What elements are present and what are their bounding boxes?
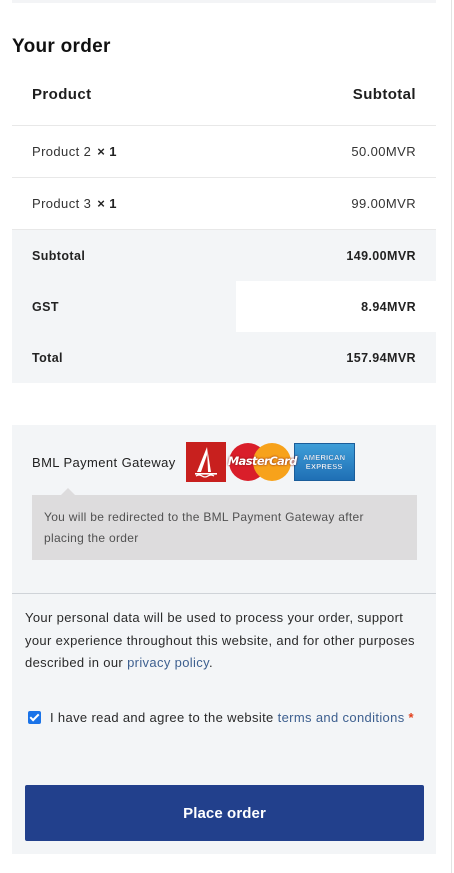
terms-link[interactable]: terms and conditions bbox=[278, 710, 405, 725]
table-row: Product 2 × 1 50.00MVR bbox=[12, 126, 436, 178]
table-header-row: Product Subtotal bbox=[12, 64, 436, 126]
required-mark: * bbox=[408, 710, 414, 725]
page-edge-divider bbox=[451, 0, 452, 873]
subtotal-value: 149.00MVR bbox=[346, 248, 416, 263]
note-pointer bbox=[61, 488, 75, 495]
subtotal-row: Subtotal 149.00MVR bbox=[12, 230, 436, 281]
product-price: 50.00MVR bbox=[351, 144, 416, 159]
total-value: 157.94MVR bbox=[346, 350, 416, 365]
total-row: Total 157.94MVR bbox=[12, 332, 436, 383]
gst-row: GST 8.94MVR bbox=[12, 281, 436, 332]
terms-checkbox[interactable] bbox=[28, 711, 41, 724]
total-label: Total bbox=[32, 350, 63, 365]
section-divider bbox=[12, 593, 436, 594]
payment-redirect-note: You will be redirected to the BML Paymen… bbox=[32, 495, 417, 560]
product-price: 99.00MVR bbox=[351, 196, 416, 211]
place-order-button[interactable]: Place order bbox=[25, 785, 424, 841]
table-row: Product 3 × 1 99.00MVR bbox=[12, 178, 436, 230]
product-column-header: Product bbox=[32, 86, 92, 103]
payment-method-label[interactable]: BML Payment Gateway bbox=[32, 455, 176, 470]
privacy-policy-text: Your personal data will be used to proce… bbox=[25, 610, 415, 670]
card-logos: MasterCard AMERICAN EXPRESS bbox=[185, 442, 355, 482]
payment-method-option[interactable]: BML Payment Gateway MasterCard AMERICAN … bbox=[32, 442, 355, 482]
privacy-policy-link[interactable]: privacy policy bbox=[127, 655, 209, 670]
payment-panel: BML Payment Gateway MasterCard AMERICAN … bbox=[12, 425, 436, 854]
subtotal-column-header: Subtotal bbox=[352, 86, 416, 103]
mastercard-logo-icon: MasterCard bbox=[228, 442, 297, 482]
terms-agreement: I have read and agree to the website ter… bbox=[28, 705, 428, 731]
subtotal-label: Subtotal bbox=[32, 248, 86, 263]
order-review-table: Product Subtotal Product 2 × 1 50.00MVR P… bbox=[12, 64, 436, 383]
amex-logo-icon: AMERICAN EXPRESS bbox=[293, 443, 355, 481]
order-heading: Your order bbox=[12, 36, 111, 57]
gst-label: GST bbox=[32, 299, 59, 314]
top-strip bbox=[12, 0, 436, 3]
product-quantity: × 1 bbox=[97, 196, 117, 211]
terms-text: I have read and agree to the website bbox=[50, 710, 278, 725]
product-name: Product 2 × 1 bbox=[32, 144, 117, 159]
gst-value: 8.94MVR bbox=[361, 299, 416, 314]
product-quantity: × 1 bbox=[97, 144, 117, 159]
bml-logo-icon bbox=[185, 442, 226, 482]
product-name: Product 3 × 1 bbox=[32, 196, 117, 211]
